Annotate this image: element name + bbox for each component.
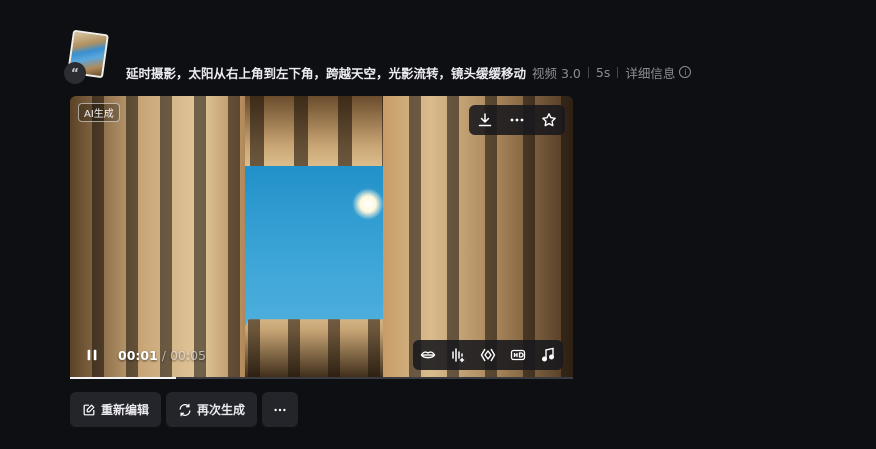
re-edit-button[interactable]: 重新编辑	[70, 392, 162, 427]
divider	[617, 66, 619, 78]
video-top-toolbar	[469, 105, 565, 135]
refresh-icon	[179, 403, 191, 416]
progress-bar[interactable]	[70, 377, 573, 379]
total-time: 00:05	[169, 348, 206, 363]
playback-time: 00:01 / 00:05	[118, 348, 206, 363]
pause-button[interactable]	[84, 347, 100, 363]
audio-wave-icon	[452, 348, 465, 363]
more-icon	[274, 408, 286, 411]
progress-fill	[70, 377, 176, 379]
action-bar: 重新编辑 再次生成	[70, 392, 299, 427]
pause-icon	[87, 349, 97, 361]
favorite-button[interactable]	[538, 109, 560, 131]
more-actions-button[interactable]	[262, 392, 299, 427]
details-link-label: 详细信息	[625, 65, 676, 81]
frame-button[interactable]	[477, 344, 499, 366]
current-time: 00:01	[118, 348, 158, 363]
regenerate-button[interactable]: 再次生成	[166, 392, 258, 427]
star-icon	[542, 113, 556, 127]
frame-icon	[480, 348, 496, 362]
video-frame-building	[383, 96, 573, 379]
reference-thumbnail[interactable]: “	[62, 29, 114, 84]
video-bottom-toolbar	[413, 340, 563, 370]
edit-icon	[83, 404, 95, 415]
lip-sync-button[interactable]	[417, 344, 439, 366]
ai-generated-badge: AI生成	[78, 103, 120, 122]
more-icon	[510, 118, 524, 122]
re-edit-label: 重新编辑	[101, 403, 150, 417]
details-link[interactable]: 详细信息 i	[625, 63, 692, 82]
quote-icon: “	[64, 62, 86, 84]
model-label: 视频 3.0	[532, 65, 581, 81]
video-player[interactable]: AI生成 00:01 / 00:05	[70, 96, 573, 379]
music-button[interactable]	[537, 344, 559, 366]
lip-sync-icon	[420, 351, 436, 359]
regenerate-label: 再次生成	[197, 403, 246, 417]
divider	[587, 66, 589, 78]
download-button[interactable]	[474, 109, 496, 131]
time-separator: /	[157, 348, 170, 363]
duration-label: 5s	[595, 64, 611, 80]
music-icon	[542, 347, 554, 362]
info-icon: i	[679, 66, 692, 78]
video-frame-sun	[352, 188, 384, 220]
video-frame-building	[70, 96, 245, 379]
download-icon	[478, 113, 492, 127]
audio-button[interactable]	[447, 344, 469, 366]
generation-info: 延时摄影，太阳从右上角到左下角，跨越天空，光影流转，镜头缓缓移动 视频 3.0 …	[126, 63, 692, 82]
hd-icon	[510, 349, 526, 361]
more-options-button[interactable]	[506, 109, 528, 131]
prompt-text: 延时摄影，太阳从右上角到左下角，跨越天空，光影流转，镜头缓缓移动	[126, 65, 527, 81]
hd-button[interactable]	[507, 344, 529, 366]
